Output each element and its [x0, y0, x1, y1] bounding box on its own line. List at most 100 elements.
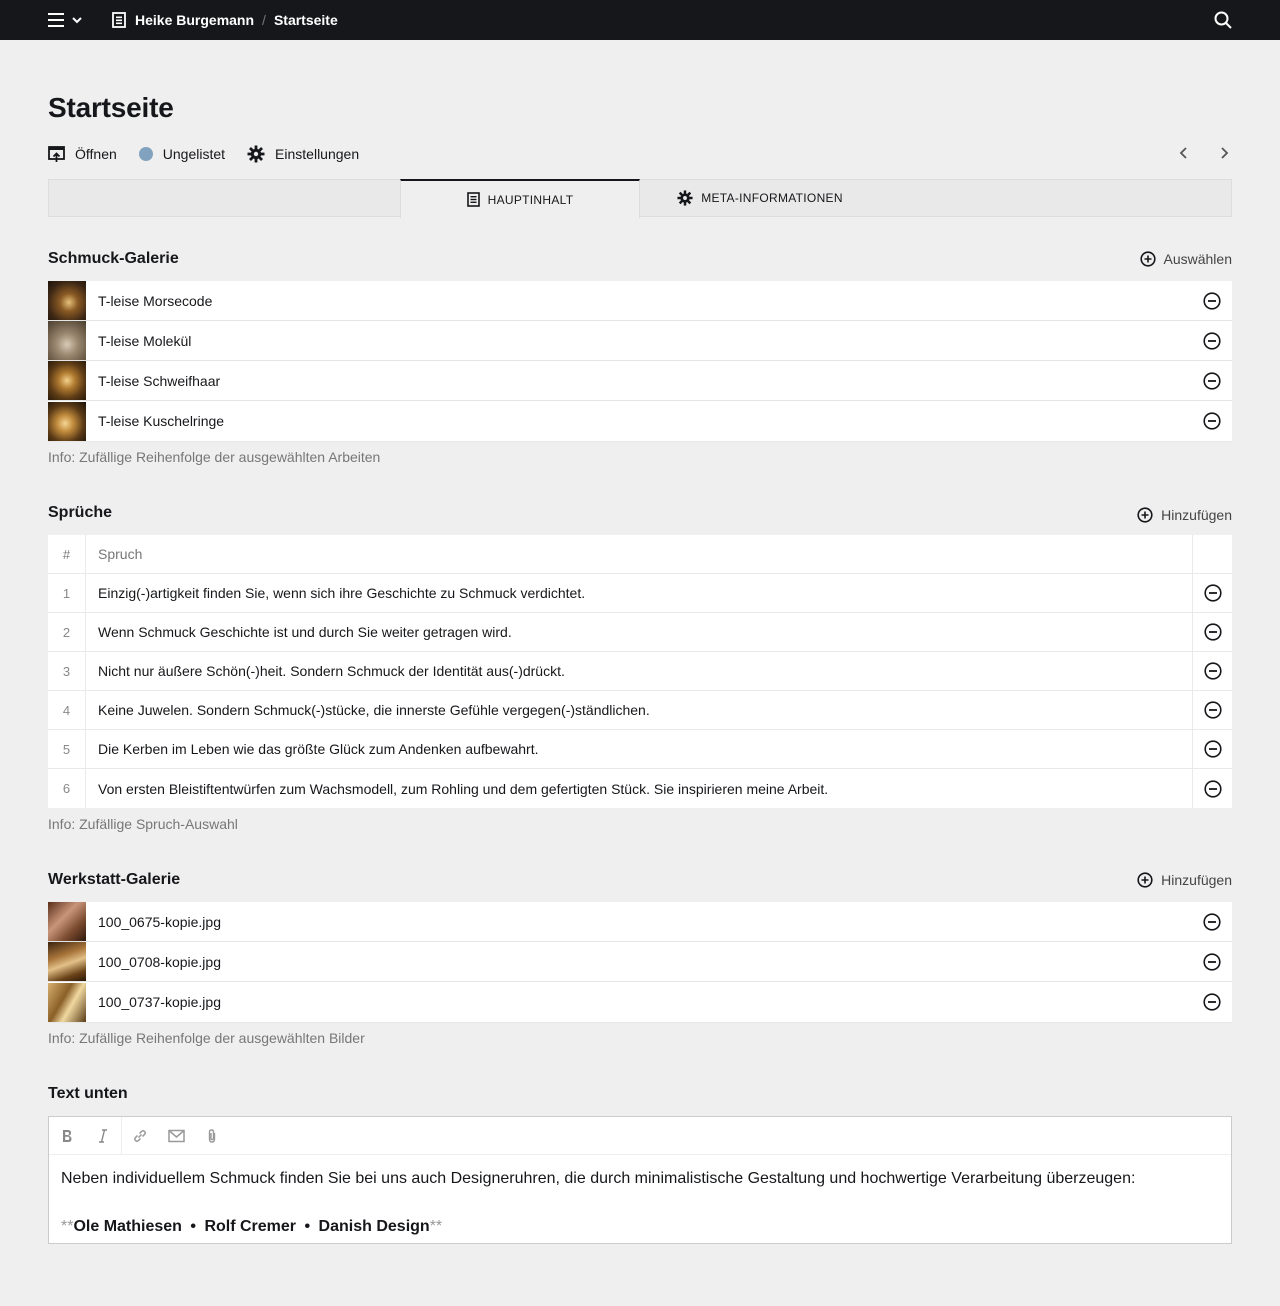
- page-icon: [112, 12, 126, 28]
- table-row[interactable]: 3 Nicht nur äußere Schön(-)heit. Sondern…: [48, 652, 1232, 691]
- settings-button[interactable]: Einstellungen: [247, 145, 359, 163]
- remove-icon[interactable]: [1203, 332, 1221, 350]
- werkstatt-galerie-help: Info: Zufällige Reihenfolge der ausgewäh…: [48, 1030, 365, 1046]
- row-text[interactable]: Wenn Schmuck Geschichte ist und durch Si…: [86, 613, 1193, 651]
- werkstatt-galerie-add-button[interactable]: Hinzufügen: [1137, 872, 1232, 888]
- list-item-label[interactable]: 100_0708-kopie.jpg: [98, 954, 221, 970]
- plus-circle-icon: [1137, 507, 1153, 523]
- status-button[interactable]: Ungelistet: [138, 146, 226, 162]
- row-number: 5: [48, 730, 86, 768]
- werkstatt-galerie-list: 100_0675-kopie.jpg 100_0708-kopie.jpg 10…: [48, 902, 1232, 1022]
- open-button[interactable]: Öffnen: [48, 145, 117, 163]
- remove-icon[interactable]: [1203, 993, 1221, 1011]
- email-icon[interactable]: [158, 1117, 194, 1155]
- table-row[interactable]: 2 Wenn Schmuck Geschichte ist und durch …: [48, 613, 1232, 652]
- list-item-label[interactable]: T-leise Kuschelringe: [98, 413, 224, 429]
- column-header-number: #: [48, 535, 86, 573]
- plus-circle-icon: [1139, 251, 1156, 267]
- gear-icon: [677, 190, 693, 206]
- status-unlisted-icon: [138, 147, 153, 161]
- status-label: Ungelistet: [162, 146, 226, 162]
- next-page-button[interactable]: [1217, 146, 1231, 160]
- list-item[interactable]: T-leise Kuschelringe: [48, 401, 1232, 441]
- list-item[interactable]: 100_0737-kopie.jpg: [48, 982, 1232, 1022]
- row-number: 6: [48, 769, 86, 808]
- remove-icon[interactable]: [1203, 913, 1221, 931]
- remove-icon[interactable]: [1203, 412, 1221, 430]
- list-item[interactable]: T-leise Molekül: [48, 321, 1232, 361]
- remove-icon[interactable]: [1193, 769, 1232, 808]
- remove-icon[interactable]: [1203, 292, 1221, 310]
- chevron-left-icon: [1177, 146, 1191, 160]
- list-item-label[interactable]: 100_0737-kopie.jpg: [98, 994, 221, 1010]
- page-actions: Öffnen Ungelistet Einstellungen: [48, 144, 381, 164]
- schmuck-galerie-select-button[interactable]: Auswählen: [1139, 251, 1233, 267]
- row-text[interactable]: Nicht nur äußere Schön(-)heit. Sondern S…: [86, 652, 1193, 690]
- thumbnail-image: [48, 281, 86, 320]
- thumbnail-image: [48, 401, 86, 441]
- remove-icon[interactable]: [1203, 953, 1221, 971]
- thumbnail-image: [48, 321, 86, 360]
- settings-label: Einstellungen: [275, 146, 360, 162]
- breadcrumb-current[interactable]: Startseite: [274, 12, 338, 28]
- sprueche-add-button[interactable]: Hinzufügen: [1137, 507, 1232, 523]
- sprueche-help: Info: Zufällige Spruch-Auswahl: [48, 816, 238, 832]
- row-number: 1: [48, 574, 86, 612]
- remove-icon[interactable]: [1193, 574, 1232, 612]
- main-menu-button[interactable]: [48, 12, 88, 28]
- table-row[interactable]: 4 Keine Juwelen. Sondern Schmuck(-)stück…: [48, 691, 1232, 730]
- tab-meta-informationen[interactable]: META-INFORMATIONEN: [640, 179, 880, 217]
- tab-bar: HAUPTINHALT META-INFORMATIONEN: [48, 179, 1232, 218]
- table-row[interactable]: 6 Von ersten Bleistiftentwürfen zum Wach…: [48, 769, 1232, 808]
- add-label: Hinzufügen: [1161, 872, 1232, 888]
- row-text[interactable]: Einzig(-)artigkeit finden Sie, wenn sich…: [86, 574, 1193, 612]
- text-unten-title: Text unten: [48, 1085, 128, 1102]
- werkstatt-galerie-title: Werkstatt-Galerie: [48, 871, 181, 888]
- search-button[interactable]: [1214, 11, 1232, 29]
- search-icon: [1214, 11, 1232, 29]
- column-header-spruch: Spruch: [86, 535, 1193, 573]
- tab-hauptinhalt-label: HAUPTINHALT: [487, 192, 574, 207]
- breadcrumb-separator: /: [262, 12, 266, 28]
- row-number: 3: [48, 652, 86, 690]
- remove-icon[interactable]: [1203, 372, 1221, 390]
- schmuck-galerie-help: Info: Zufällige Reihenfolge der ausgewäh…: [48, 449, 381, 465]
- remove-icon[interactable]: [1193, 613, 1232, 651]
- bold-icon[interactable]: [49, 1117, 85, 1155]
- list-item-label[interactable]: T-leise Morsecode: [98, 293, 212, 309]
- row-text[interactable]: Die Kerben im Leben wie das größte Glück…: [86, 730, 1193, 768]
- list-item[interactable]: T-leise Schweifhaar: [48, 361, 1232, 401]
- chevron-right-icon: [1217, 146, 1231, 160]
- sprueche-title: Sprüche: [48, 504, 113, 521]
- thumbnail-image: [48, 982, 86, 1022]
- brand-separator: •: [190, 1218, 196, 1235]
- list-item[interactable]: 100_0675-kopie.jpg: [48, 902, 1232, 942]
- row-text[interactable]: Keine Juwelen. Sondern Schmuck(-)stücke,…: [86, 691, 1193, 729]
- remove-icon[interactable]: [1193, 730, 1232, 768]
- row-text[interactable]: Von ersten Bleistiftentwürfen zum Wachsm…: [86, 769, 1193, 808]
- list-item[interactable]: 100_0708-kopie.jpg: [48, 942, 1232, 982]
- link-icon[interactable]: [122, 1117, 158, 1155]
- select-label: Auswählen: [1163, 251, 1233, 267]
- remove-icon[interactable]: [1193, 691, 1232, 729]
- brand-name: Danish Design: [318, 1218, 430, 1235]
- list-item-label[interactable]: T-leise Schweifhaar: [98, 373, 220, 389]
- markdown-marker: **: [61, 1218, 74, 1235]
- remove-icon[interactable]: [1193, 652, 1232, 690]
- column-header-options: [1193, 535, 1232, 573]
- tab-hauptinhalt[interactable]: HAUPTINHALT: [400, 179, 640, 218]
- list-item[interactable]: T-leise Morsecode: [48, 281, 1232, 321]
- table-row[interactable]: 5 Die Kerben im Leben wie das größte Glü…: [48, 730, 1232, 769]
- attachment-icon[interactable]: [194, 1117, 230, 1155]
- open-button-label: Öffnen: [75, 146, 117, 162]
- previous-page-button[interactable]: [1177, 146, 1191, 160]
- table-row[interactable]: 1 Einzig(-)artigkeit finden Sie, wenn si…: [48, 574, 1232, 613]
- tab-meta-informationen-label: META-INFORMATIONEN: [701, 191, 843, 205]
- thumbnail-image: [48, 942, 86, 981]
- list-item-label[interactable]: T-leise Molekül: [98, 333, 191, 349]
- italic-icon[interactable]: [85, 1117, 121, 1155]
- open-preview-icon: [48, 145, 65, 163]
- breadcrumb-site[interactable]: Heike Burgemann: [112, 12, 254, 28]
- list-item-label[interactable]: 100_0675-kopie.jpg: [98, 914, 221, 930]
- editor-content[interactable]: Neben individuellem Schmuck finden Sie b…: [49, 1155, 1231, 1251]
